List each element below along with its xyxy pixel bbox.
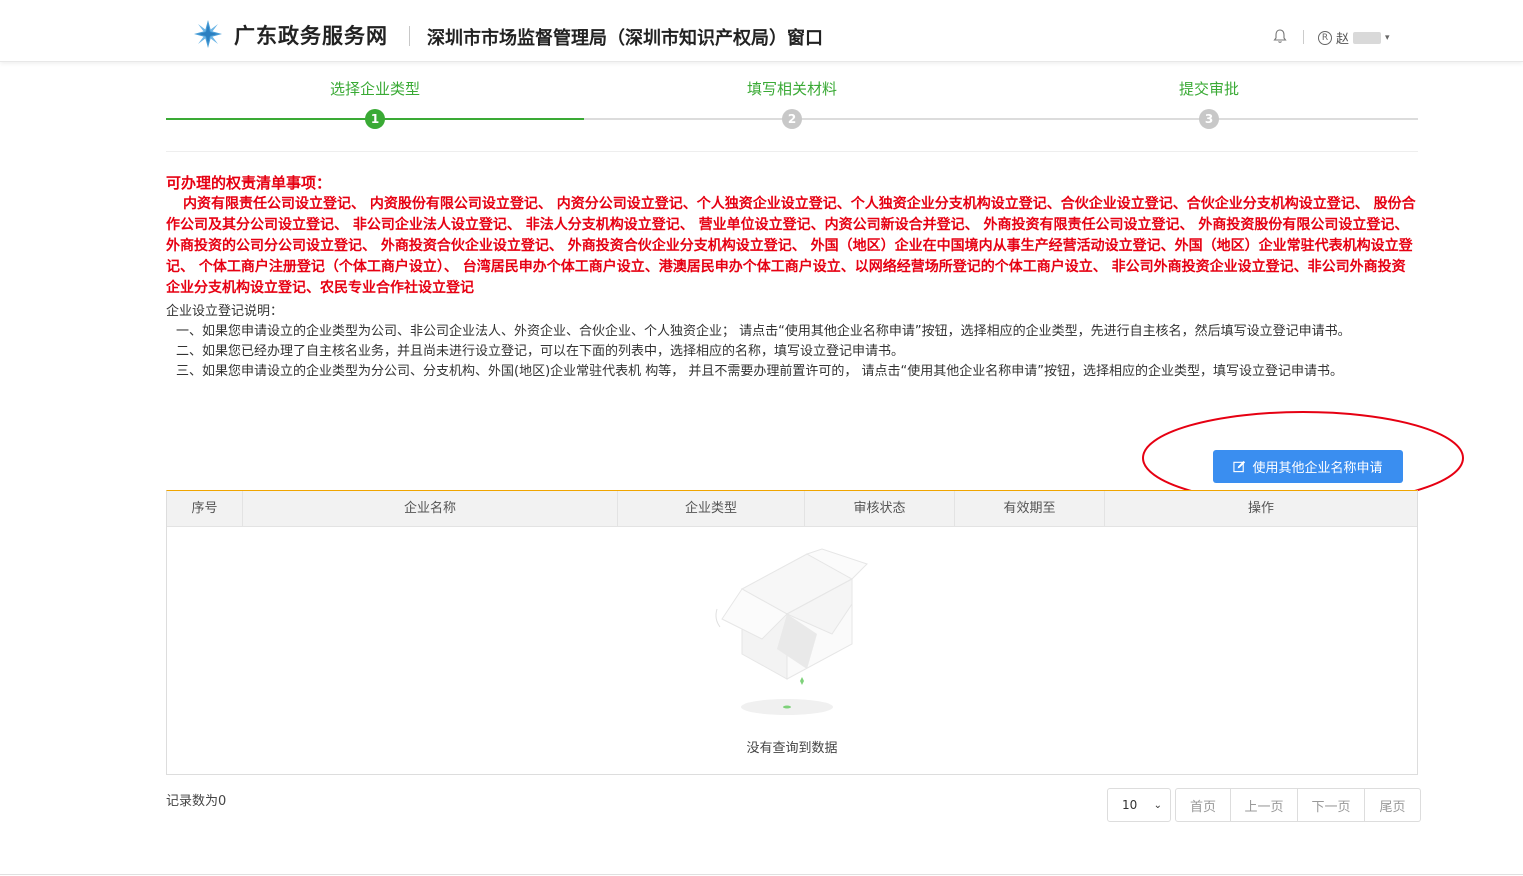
- notice-paragraph-2: 二、如果您已经办理了自主核名业务，并且尚未进行设立登记，可以在下面的列表中，选择…: [176, 344, 905, 359]
- column-header-action: 操作: [1247, 501, 1274, 516]
- enterprise-table: 序号 企业名称 企业类型 审核状态 有效期至 操作 没有查询到数据: [166, 490, 1418, 775]
- notice-paragraph-1: 一、如果您申请设立的企业类型为公司、非公司企业法人、外资企业、合伙企业、个人独资…: [176, 324, 1351, 339]
- bell-icon[interactable]: [1272, 28, 1288, 44]
- pagination: 10 ⌄ 首页 上一页 下一页 尾页: [1107, 788, 1421, 822]
- page-size-select[interactable]: 10 ⌄: [1107, 788, 1171, 822]
- user-name-redacted: [1353, 31, 1382, 44]
- empty-box-icon: [715, 548, 868, 715]
- notice-items: 内资有限责任公司设立登记、 内资股份有限公司设立登记、 内资分公司设立登记、个人…: [166, 196, 1416, 296]
- user-icon: R: [1318, 30, 1332, 45]
- site-brand[interactable]: 广东政务服务网: [234, 20, 388, 50]
- user-menu[interactable]: R 赵 ▾: [1318, 28, 1390, 47]
- notice-paragraph-3: 三、如果您申请设立的企业类型为分公司、分支机构、外国(地区)企业常驻代表机 构等…: [176, 364, 1344, 379]
- page-size-value: 10: [1122, 798, 1138, 812]
- last-page-button[interactable]: 尾页: [1365, 788, 1421, 822]
- column-header-type: 企业类型: [618, 491, 805, 526]
- progress-stepper: 选择企业类型 填写相关材料 提交审批 1 2 3: [166, 70, 1418, 150]
- guangdong-logo-icon: [194, 20, 222, 48]
- table-header: 序号 企业名称 企业类型 审核状态 有效期至 操作: [167, 491, 1417, 527]
- window-title: 深圳市市场监督管理局（深圳市知识产权局）窗口: [427, 28, 823, 49]
- notice-section: 可办理的权责清单事项： 内资有限责任公司设立登记、 内资股份有限公司设立登记、 …: [166, 172, 1418, 382]
- step-number-1: 1: [365, 109, 385, 129]
- edit-icon: [1233, 460, 1246, 473]
- empty-state: 没有查询到数据: [167, 527, 1417, 774]
- first-page-button[interactable]: 首页: [1175, 788, 1231, 822]
- header-divider: [409, 26, 410, 46]
- header-separator: [1303, 30, 1304, 44]
- record-count: 记录数为0: [166, 794, 227, 809]
- chevron-down-icon: ⌄: [1153, 799, 1162, 811]
- next-page-button[interactable]: 下一页: [1298, 788, 1365, 822]
- step-label-3: 提交审批: [1178, 80, 1239, 98]
- page-bottom-divider: [0, 874, 1523, 875]
- notice-subtitle: 企业设立登记说明：: [166, 304, 284, 319]
- stepper-divider: [166, 151, 1418, 152]
- use-other-name-label: 使用其他企业名称申请: [1252, 460, 1383, 475]
- notice-title: 可办理的权责清单事项：: [166, 174, 332, 192]
- step-label-2: 填写相关材料: [746, 80, 837, 98]
- user-name: 赵: [1336, 32, 1350, 47]
- column-header-expiry: 有效期至: [955, 491, 1105, 526]
- use-other-name-button[interactable]: 使用其他企业名称申请: [1213, 450, 1403, 483]
- step-number-2: 2: [782, 109, 802, 129]
- top-header: 广东政务服务网 深圳市市场监督管理局（深圳市知识产权局）窗口 R 赵 ▾: [0, 0, 1523, 62]
- step-label-1: 选择企业类型: [329, 80, 420, 98]
- prev-page-button[interactable]: 上一页: [1231, 788, 1298, 822]
- column-header-name: 企业名称: [243, 491, 618, 526]
- step-number-3: 3: [1199, 109, 1219, 129]
- column-header-index: 序号: [167, 491, 243, 526]
- column-header-status: 审核状态: [805, 491, 955, 526]
- empty-message: 没有查询到数据: [746, 741, 838, 756]
- chevron-down-icon: ▾: [1385, 32, 1390, 43]
